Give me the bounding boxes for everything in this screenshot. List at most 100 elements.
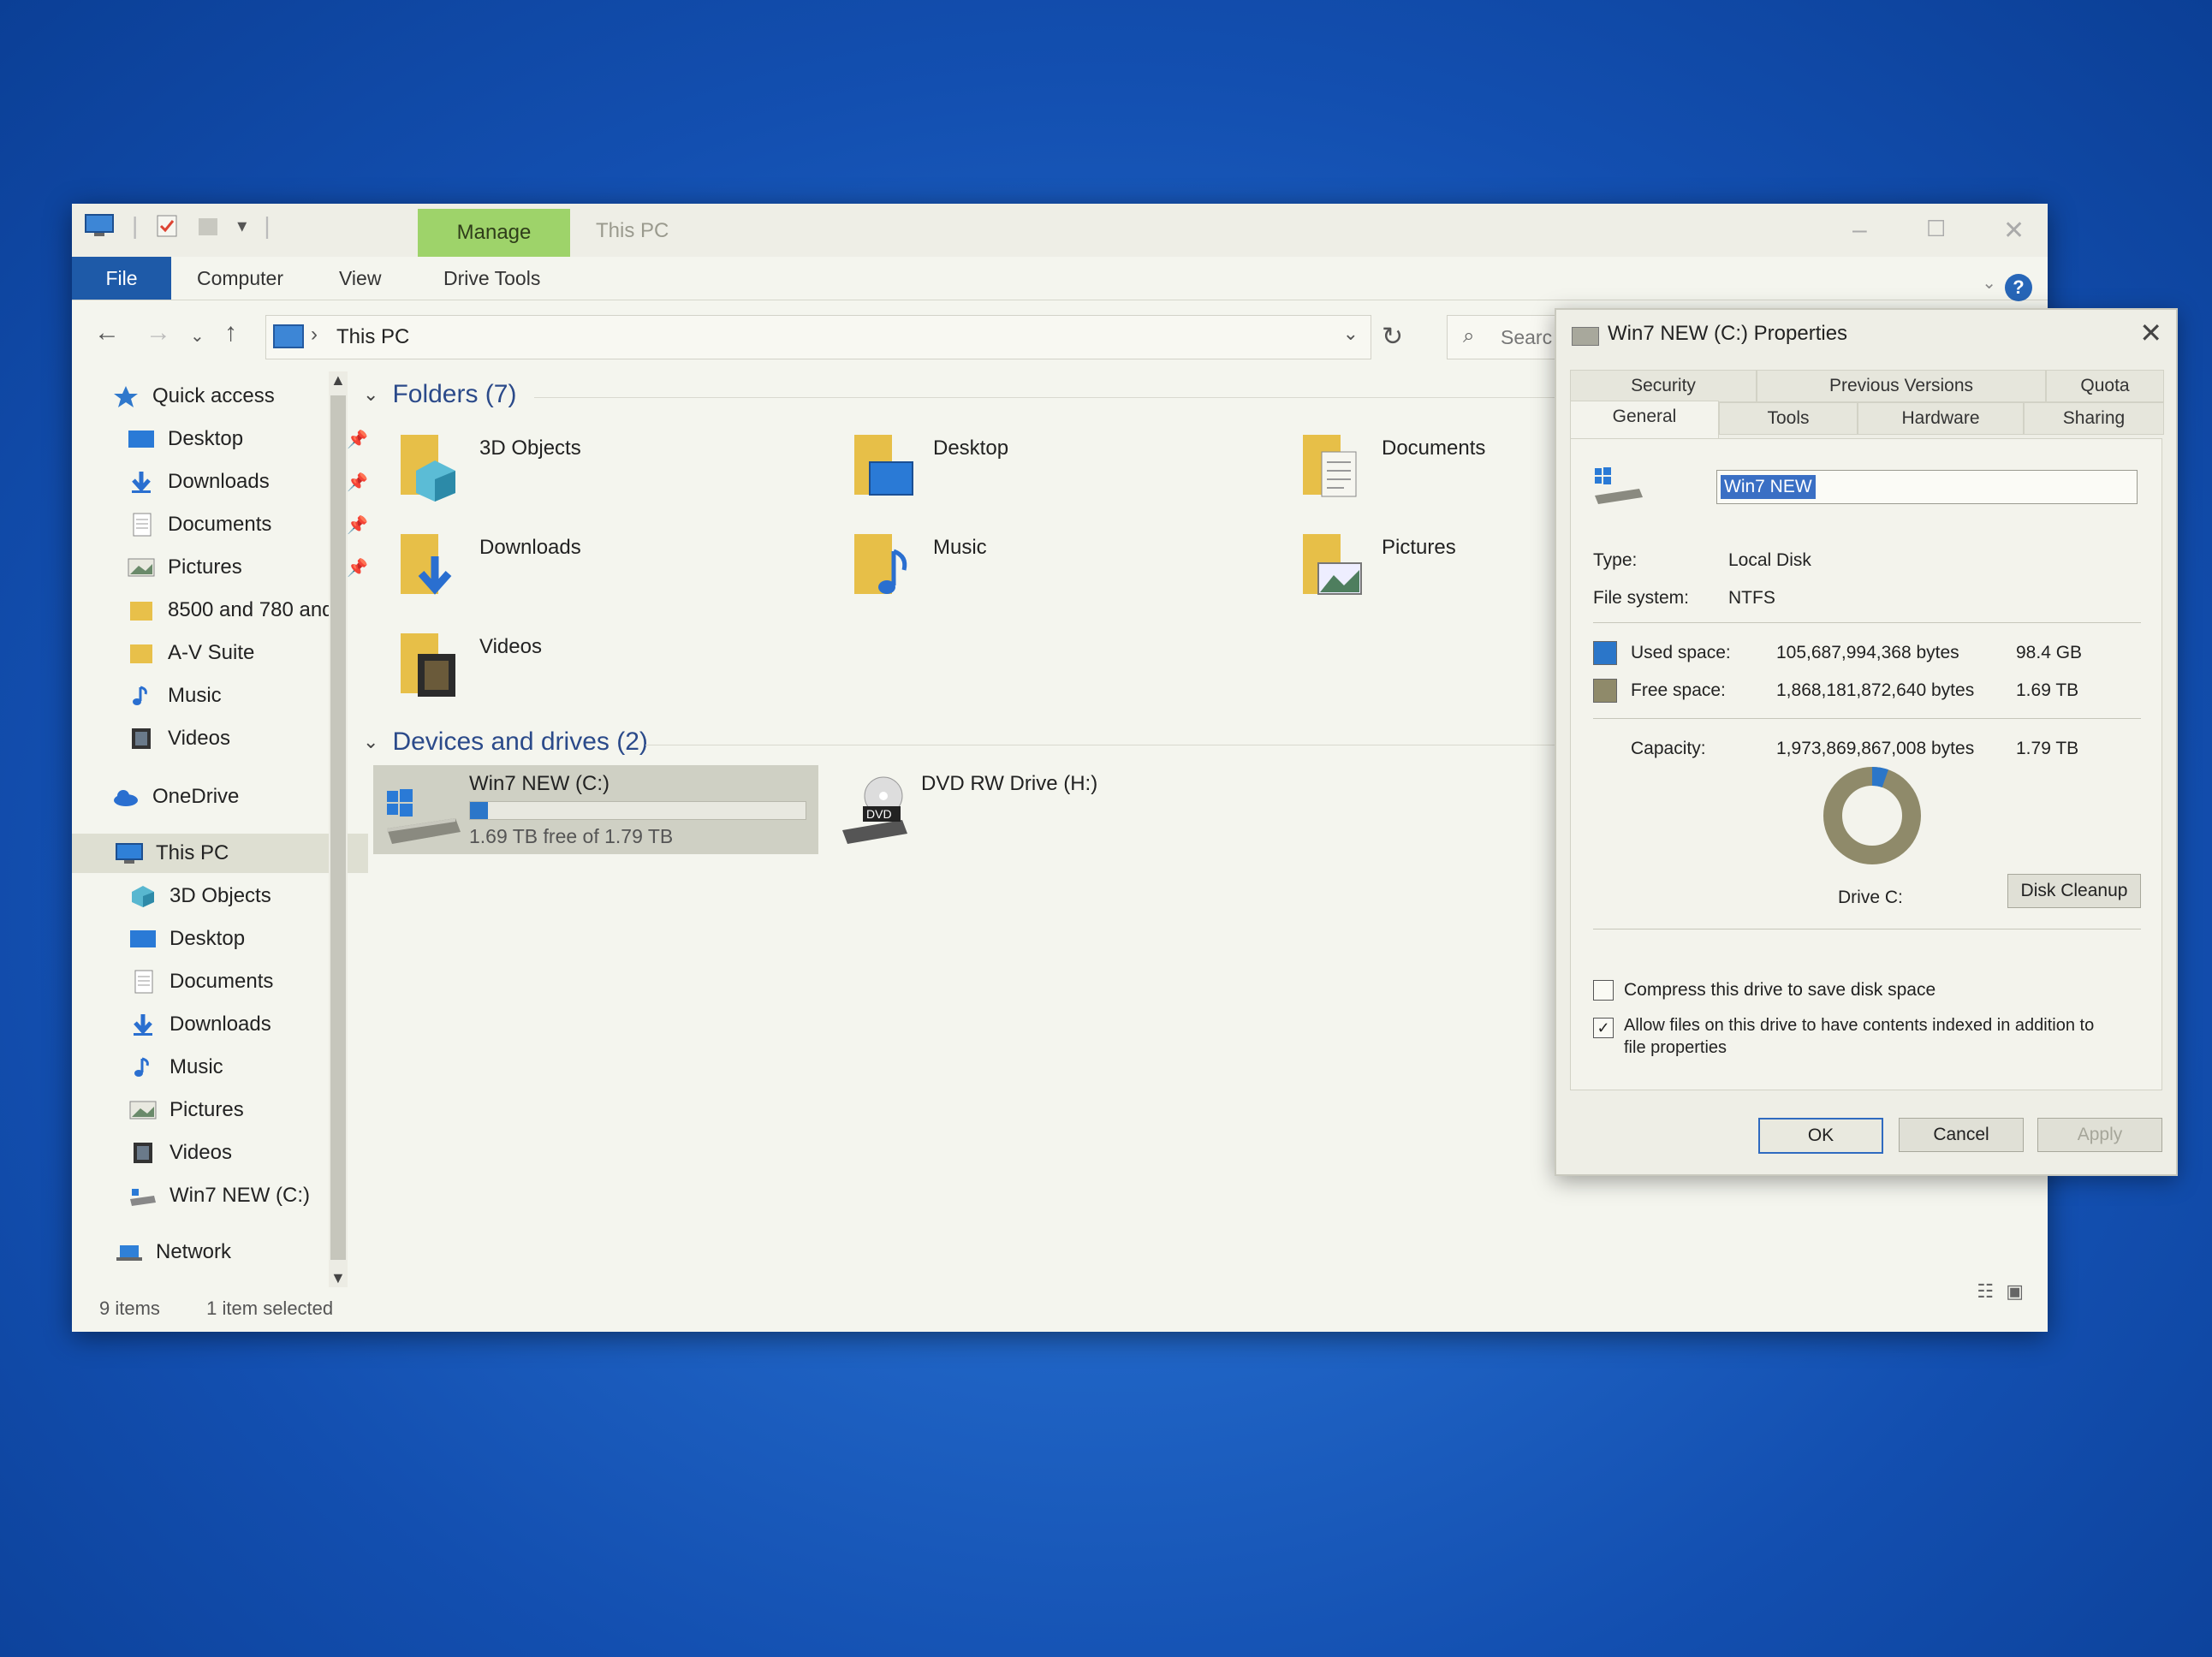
large-icons-view-icon[interactable]: ▣ — [2006, 1280, 2024, 1302]
folder-downloads[interactable]: Downloads — [397, 526, 791, 611]
address-bar[interactable]: › This PC ⌄ — [265, 315, 1371, 359]
folder-name: Documents — [1382, 437, 1486, 460]
disk-cleanup-button[interactable]: Disk Cleanup — [2007, 874, 2141, 908]
documents-icon — [134, 970, 153, 994]
folders-section-header[interactable]: ⌄ Folders (7) — [363, 380, 516, 409]
dialog-tabs: Security Previous Versions Quota General… — [1570, 370, 2164, 439]
address-dropdown-icon[interactable]: ⌄ — [1343, 323, 1359, 345]
tab-view[interactable]: View — [330, 257, 389, 300]
windows-drive-icon — [387, 789, 461, 844]
tab-previous-versions[interactable]: Previous Versions — [1757, 370, 2046, 402]
desktop-icon — [128, 431, 154, 448]
used-space-size: 98.4 GB — [2016, 643, 2083, 662]
nav-onedrive[interactable]: OneDrive — [72, 777, 365, 817]
ok-button[interactable]: OK — [1758, 1118, 1883, 1154]
tab-manage[interactable]: Manage — [418, 209, 570, 257]
compress-checkbox[interactable] — [1593, 980, 1614, 1001]
new-folder-icon[interactable] — [196, 213, 220, 239]
customize-qat-icon[interactable]: ▾ — [237, 215, 247, 237]
folder-name: Pictures — [1382, 536, 1456, 559]
donut-free-segment — [1823, 767, 1921, 864]
devices-section-header[interactable]: ⌄ Devices and drives (2) — [363, 728, 648, 757]
tab-computer[interactable]: Computer — [188, 257, 292, 300]
capacity-bytes: 1,973,869,867,008 bytes — [1776, 739, 1975, 758]
index-checkbox[interactable]: ✓ — [1593, 1018, 1614, 1038]
tab-drive-tools[interactable]: Drive Tools — [435, 257, 549, 300]
search-input[interactable]: ⌕ Searc — [1447, 315, 1568, 359]
tab-tools[interactable]: Tools — [1719, 402, 1858, 435]
nav-this-pc[interactable]: This PC — [72, 834, 368, 873]
folder-videos[interactable]: Videos — [397, 625, 791, 710]
apply-button[interactable]: Apply — [2037, 1118, 2162, 1152]
help-icon[interactable]: ? — [2005, 274, 2032, 301]
drive-c[interactable]: Win7 NEW (C:) 1.69 TB free of 1.79 TB — [373, 765, 818, 854]
expand-ribbon-icon[interactable]: ⌄ — [1982, 272, 1996, 294]
nav-network[interactable]: Network — [72, 1232, 368, 1272]
folder-3d-objects[interactable]: 3D Objects — [397, 426, 791, 512]
tab-sharing[interactable]: Sharing — [2024, 402, 2164, 435]
drive-usage-fill — [470, 802, 489, 819]
free-space-label: Free space: — [1631, 680, 1726, 700]
recent-locations-icon[interactable]: ⌄ — [190, 325, 205, 347]
up-button[interactable]: ↑ — [224, 318, 237, 347]
status-item-count: 9 items — [99, 1298, 160, 1319]
tab-security[interactable]: Security — [1570, 370, 1757, 402]
status-bar: 9 items 1 item selected — [99, 1298, 613, 1327]
folder-icon — [130, 602, 152, 621]
maximize-button[interactable]: ☐ — [1926, 216, 1946, 242]
details-view-icon[interactable]: ☷ — [1977, 1280, 1994, 1302]
minimize-button[interactable]: – — [1852, 216, 1867, 245]
star-icon — [114, 386, 138, 407]
folder-downloads-icon — [401, 534, 452, 595]
scroll-down-icon[interactable]: ▼ — [330, 1269, 346, 1287]
tab-quota[interactable]: Quota — [2046, 370, 2164, 402]
volume-name-value: Win7 NEW — [1721, 475, 1816, 499]
volume-name-input[interactable]: Win7 NEW — [1716, 470, 2138, 504]
folder-music[interactable]: Music — [851, 526, 1245, 611]
folder-desktop[interactable]: Desktop — [851, 426, 1245, 512]
tab-hardware[interactable]: Hardware — [1858, 402, 2024, 435]
chevron-down-icon[interactable]: ⌄ — [363, 383, 378, 406]
chevron-down-icon[interactable]: ⌄ — [363, 731, 378, 753]
nav-label: This PC — [156, 841, 229, 864]
scroll-up-icon[interactable]: ▲ — [330, 371, 346, 389]
forward-button[interactable]: → — [146, 318, 171, 347]
this-pc-icon[interactable] — [84, 213, 115, 239]
close-icon[interactable]: ✕ — [2139, 317, 2162, 349]
close-button[interactable]: ✕ — [2003, 216, 2025, 246]
breadcrumb[interactable]: This PC — [336, 325, 409, 349]
properties-dialog: Win7 NEW (C:) Properties ✕ Security Prev… — [1555, 308, 2178, 1176]
used-space-swatch — [1593, 641, 1617, 665]
this-pc-icon — [116, 843, 143, 864]
cancel-button[interactable]: Cancel — [1899, 1118, 2024, 1152]
title-bar: | ▾ | Manage This PC – ☐ ✕ — [72, 204, 2048, 257]
nav-label: 3D Objects — [169, 884, 271, 907]
refresh-icon[interactable]: ↻ — [1382, 322, 1403, 352]
folder-pictures-icon — [1303, 534, 1362, 595]
scroll-thumb[interactable] — [330, 395, 346, 1260]
tab-general[interactable]: General — [1570, 401, 1719, 439]
drive-label: Drive C: — [1838, 888, 1903, 907]
type-label: Type: — [1593, 550, 1638, 570]
folder-videos-icon — [401, 633, 455, 697]
folder-desktop-icon — [854, 435, 913, 496]
view-toggle: ☷ ▣ — [1977, 1280, 2024, 1303]
tab-file[interactable]: File — [72, 257, 171, 300]
nav-label: Documents — [168, 513, 272, 536]
drive-dvd[interactable]: DVD DVD RW Drive (H:) — [825, 765, 1219, 854]
status-selected-count: 1 item selected — [206, 1298, 334, 1319]
nav-quick-access[interactable]: Quick access — [72, 377, 365, 416]
back-button[interactable]: ← — [94, 318, 120, 347]
folder-icon — [130, 644, 152, 663]
drive-free-space: 1.69 TB free of 1.79 TB — [469, 825, 674, 847]
hard-drive-icon — [130, 1189, 156, 1206]
folder-name: 3D Objects — [479, 437, 581, 460]
index-label-line1: Allow files on this drive to have conten… — [1624, 1016, 2095, 1035]
download-arrow-icon — [132, 472, 151, 493]
nav-scrollbar[interactable]: ▲ ▼ — [329, 371, 348, 1287]
download-arrow-icon — [134, 1014, 152, 1036]
content-pane: ⌄ Folders (7) 3D Objects Desktop Documen… — [363, 371, 1647, 1279]
section-title: Devices and drives (2) — [392, 728, 648, 756]
properties-icon[interactable] — [155, 213, 179, 239]
nav-label: Music — [169, 1055, 223, 1078]
